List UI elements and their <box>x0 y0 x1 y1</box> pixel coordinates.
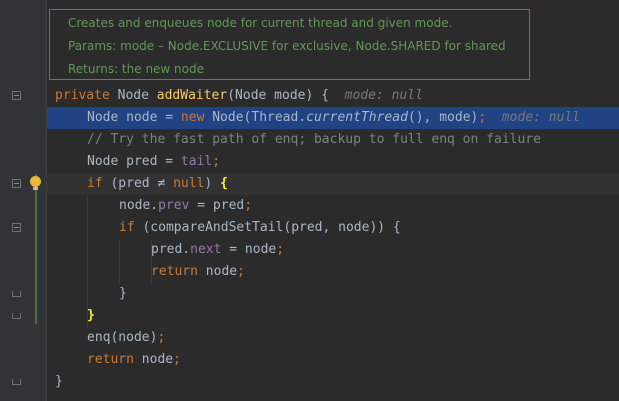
fold-toggle-inner-if[interactable] <box>12 223 21 232</box>
matched-brace: { <box>220 176 228 191</box>
fold-toggle-method[interactable] <box>12 91 21 100</box>
code-text: ) <box>204 176 221 191</box>
code-line-8[interactable]: pred.next = node; <box>47 239 619 261</box>
code-text: Node node = <box>87 110 181 125</box>
field-name: tail <box>180 154 213 169</box>
doc-params: Params: mode – Node.EXCLUSIVE for exclus… <box>68 39 506 53</box>
method-params: (Node mode) { <box>227 88 329 103</box>
code-line-5-caret[interactable]: if (pred ≠ null) { <box>47 173 619 195</box>
semicolon: ; <box>276 242 285 257</box>
code-text: pred. <box>151 242 191 257</box>
code-line-10[interactable]: } <box>47 283 619 305</box>
inlay-hint: mode: null <box>344 88 423 103</box>
matched-brace: } <box>87 308 95 323</box>
inlay-hint: mode: null <box>501 110 581 125</box>
return-type: Node <box>109 88 157 103</box>
rendered-javadoc: Creates and enqueues node for current th… <box>49 9 530 80</box>
code-text: Node pred = <box>87 154 181 169</box>
keyword: if <box>119 220 135 235</box>
code-text: } <box>55 374 63 389</box>
code-text: (), mode) <box>407 110 479 125</box>
code-text: = node <box>221 242 277 257</box>
code-text: (pred ≠ <box>102 176 174 191</box>
semicolon: ; <box>244 198 253 213</box>
keyword: return <box>87 352 134 367</box>
keyword: return <box>151 264 198 279</box>
code-line-13[interactable]: return node; <box>47 349 619 371</box>
keyword: new <box>180 110 205 125</box>
semicolon: ; <box>212 154 221 169</box>
code-text: node. <box>119 198 159 213</box>
fold-toggle-if[interactable] <box>12 179 21 188</box>
code-line-4[interactable]: Node pred = tail; <box>47 151 619 173</box>
scope-marker <box>35 174 37 324</box>
semicolon: ; <box>478 110 487 125</box>
code-line-14[interactable]: } <box>47 371 619 393</box>
code-line-2-selected[interactable]: Node node = new Node(Thread.currentThrea… <box>47 107 619 129</box>
field-name: next <box>190 242 222 257</box>
keyword: null <box>173 176 205 191</box>
semicolon: ; <box>157 330 166 345</box>
keyword: if <box>87 176 103 191</box>
code-line-12[interactable]: enq(node); <box>47 327 619 349</box>
code-line-11[interactable]: } <box>47 305 619 327</box>
code-line-6[interactable]: node.prev = pred; <box>47 195 619 217</box>
lightbulb-icon[interactable] <box>30 176 41 190</box>
method-name: addWaiter <box>156 88 228 103</box>
code-line-7[interactable]: if (compareAndSetTail(pred, node)) { <box>47 217 619 239</box>
code-text: } <box>119 286 127 301</box>
fold-end-if[interactable] <box>12 313 21 319</box>
code-line-3[interactable]: // Try the fast path of enq; backup to f… <box>47 129 619 151</box>
fold-end-method[interactable] <box>12 379 21 385</box>
field-name: prev <box>158 198 190 213</box>
code-text: enq(node) <box>87 330 158 345</box>
code-text: node <box>133 352 174 367</box>
code-line-9[interactable]: return node; <box>47 261 619 283</box>
code-line-1[interactable]: private Node addWaiter(Node mode) { mode… <box>47 85 619 107</box>
code-text: Node(Thread. <box>204 110 307 125</box>
semicolon: ; <box>237 264 245 279</box>
code-text: node <box>197 264 238 279</box>
semicolon: ; <box>173 352 181 367</box>
code-text: = pred <box>189 198 245 213</box>
code-text: (compareAndSetTail(pred, node)) { <box>134 220 401 235</box>
editor-gutter <box>0 0 46 401</box>
static-method: currentThread <box>306 110 408 125</box>
doc-returns: Returns: the new node <box>68 62 205 76</box>
comment: // Try the fast path of enq; backup to f… <box>87 132 541 147</box>
doc-description: Creates and enqueues node for current th… <box>68 16 453 30</box>
fold-end-inner-if[interactable] <box>12 291 21 297</box>
keyword: private <box>55 88 110 103</box>
